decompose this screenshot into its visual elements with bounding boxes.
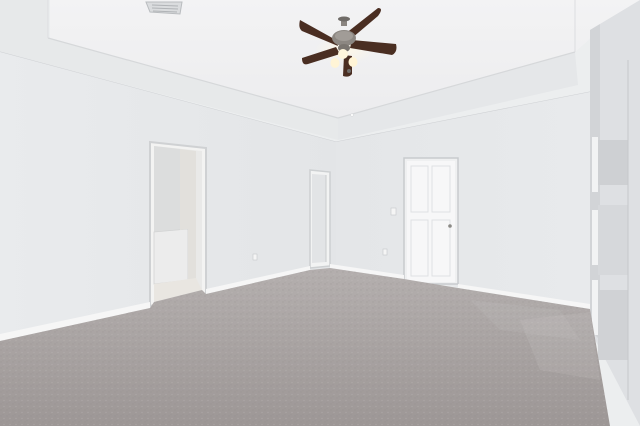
open-doorway-to-bathroom	[149, 140, 207, 308]
light-bulb	[348, 57, 358, 67]
light-switch[interactable]	[390, 207, 397, 216]
room-scene	[0, 0, 640, 426]
light-bulb	[330, 58, 340, 68]
wall-outlet	[252, 253, 258, 261]
light-bulb	[338, 49, 348, 59]
recessed-light	[350, 113, 354, 117]
wall-outlet	[382, 248, 388, 256]
closed-panel-door[interactable]	[403, 157, 459, 285]
door-knob-icon[interactable]	[448, 224, 452, 228]
open-doorway-hallway	[309, 169, 331, 269]
hvac-vent	[145, 1, 183, 15]
